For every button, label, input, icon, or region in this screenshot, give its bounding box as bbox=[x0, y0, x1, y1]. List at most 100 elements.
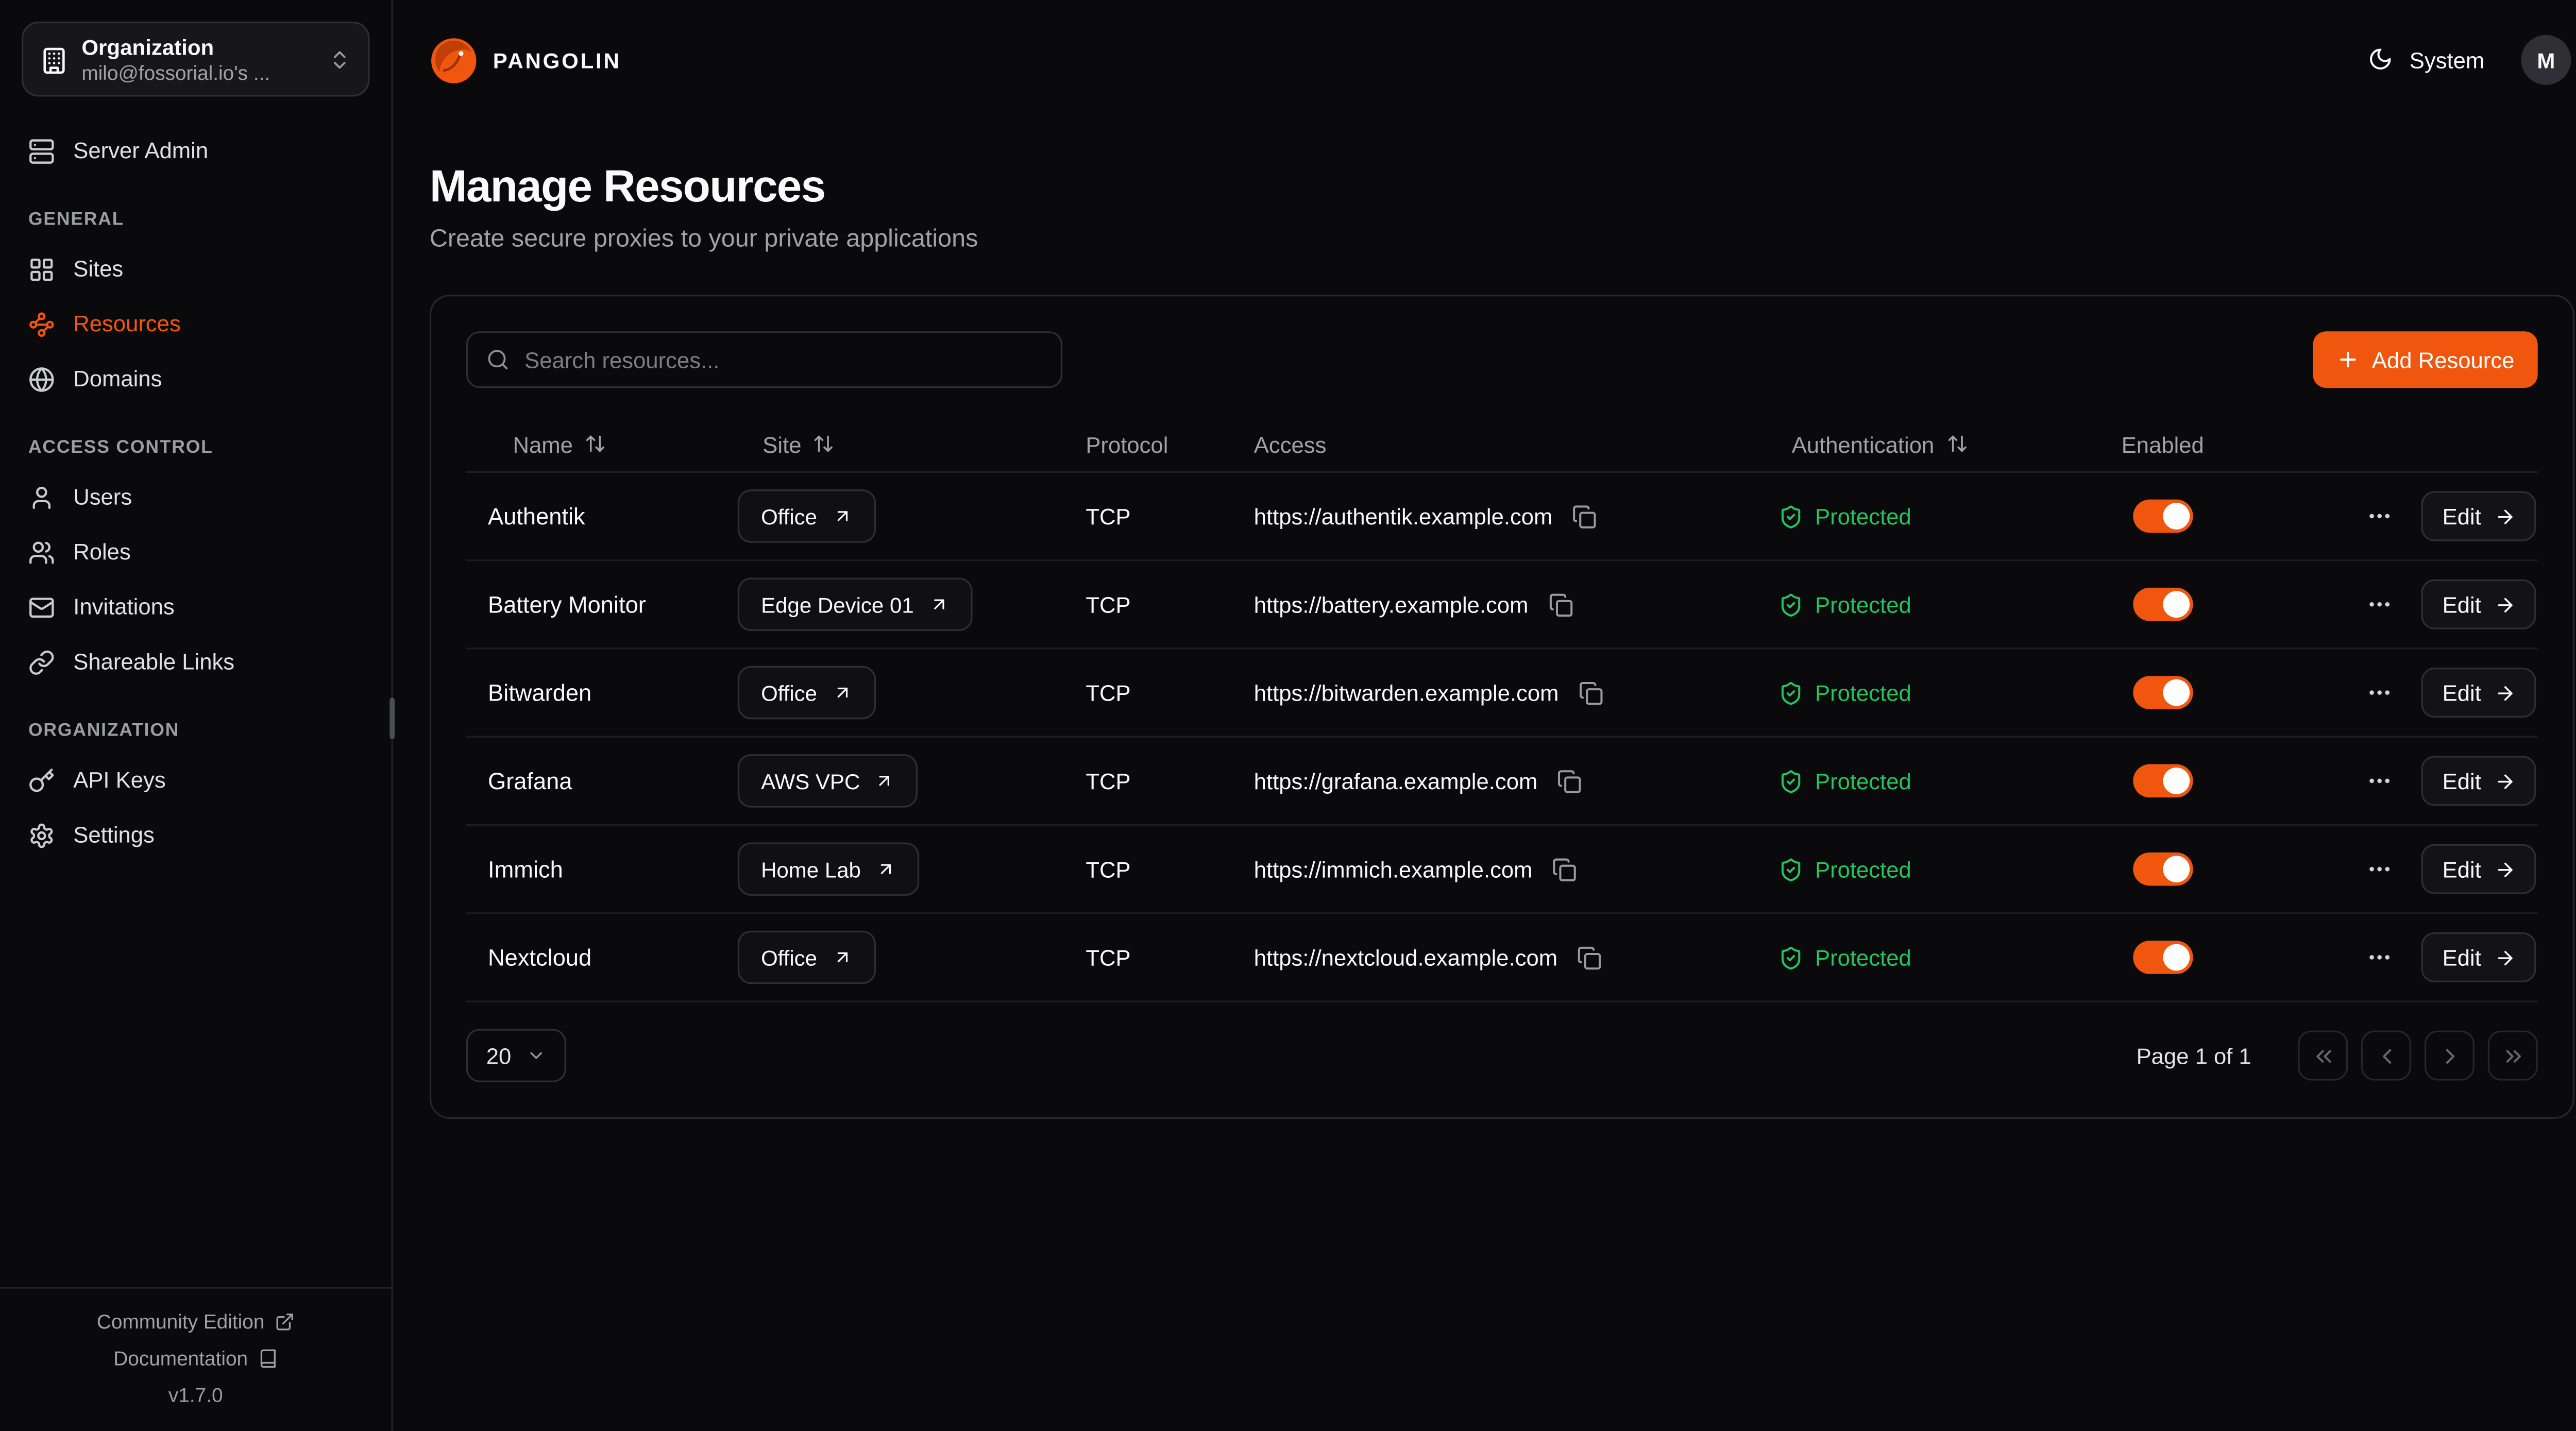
edit-button[interactable]: Edit bbox=[2421, 844, 2536, 894]
arrow-up-right-icon bbox=[832, 683, 852, 703]
enabled-toggle[interactable] bbox=[2133, 764, 2193, 798]
key-icon bbox=[28, 766, 55, 793]
site-name: Home Lab bbox=[761, 857, 861, 881]
gear-icon bbox=[28, 822, 55, 848]
add-resource-button[interactable]: Add Resource bbox=[2314, 331, 2538, 388]
authentication-status: Protected bbox=[1815, 680, 1911, 705]
brand[interactable]: PANGOLIN bbox=[430, 36, 621, 84]
avatar[interactable]: M bbox=[2521, 35, 2571, 85]
site-link-button[interactable]: AWS VPC bbox=[738, 754, 919, 807]
arrow-up-right-icon bbox=[832, 506, 852, 526]
row-menu-button[interactable] bbox=[2362, 764, 2396, 798]
protocol-value: TCP bbox=[1064, 945, 1232, 969]
resources-table: Name Site Protocol Access Authenticati bbox=[466, 418, 2538, 1002]
copy-button[interactable] bbox=[1574, 942, 1605, 973]
book-icon bbox=[258, 1349, 278, 1369]
row-menu-button[interactable] bbox=[2362, 941, 2396, 974]
sidebar-item-invitations[interactable]: Invitations bbox=[0, 580, 392, 635]
column-header-site[interactable]: Site bbox=[716, 432, 1064, 457]
sidebar-item-resources[interactable]: Resources bbox=[0, 296, 392, 351]
topbar-right: System M bbox=[2368, 35, 2571, 85]
site-link-button[interactable]: Office bbox=[738, 489, 875, 542]
site-link-button[interactable]: Office bbox=[738, 666, 875, 719]
site-link-button[interactable]: Home Lab bbox=[738, 842, 919, 895]
row-menu-button[interactable] bbox=[2362, 853, 2396, 886]
copy-button[interactable] bbox=[1545, 589, 1577, 620]
arrow-up-right-icon bbox=[929, 594, 949, 615]
sidebar-item-sites[interactable]: Sites bbox=[0, 242, 392, 297]
row-menu-button[interactable] bbox=[2362, 500, 2396, 533]
authentication-status: Protected bbox=[1815, 857, 1911, 881]
sidebar-item-label: Domains bbox=[73, 366, 162, 391]
page-label: Page 1 of 1 bbox=[2137, 1043, 2251, 1068]
edit-label: Edit bbox=[2443, 592, 2481, 617]
row-menu-button[interactable] bbox=[2362, 676, 2396, 709]
shield-check-icon bbox=[1778, 858, 1802, 881]
copy-button[interactable] bbox=[1554, 765, 1586, 796]
arrow-right-icon bbox=[2495, 506, 2515, 526]
sidebar-item-label: Roles bbox=[73, 539, 131, 564]
column-header-name[interactable]: Name bbox=[466, 432, 716, 457]
page-size-select[interactable]: 20 bbox=[466, 1029, 566, 1082]
enabled-toggle[interactable] bbox=[2133, 941, 2193, 974]
edit-button[interactable]: Edit bbox=[2421, 932, 2536, 982]
edit-button[interactable]: Edit bbox=[2421, 668, 2536, 718]
sidebar-item-api-keys[interactable]: API Keys bbox=[0, 753, 392, 808]
row-menu-button[interactable] bbox=[2362, 588, 2396, 621]
sidebar-resize-handle[interactable] bbox=[389, 697, 395, 739]
documentation-link[interactable]: Documentation bbox=[0, 1340, 392, 1377]
resource-name: Grafana bbox=[466, 768, 716, 794]
theme-toggle[interactable]: System bbox=[2368, 46, 2484, 73]
waypoints-icon bbox=[28, 311, 55, 337]
enabled-toggle[interactable] bbox=[2133, 588, 2193, 621]
edit-button[interactable]: Edit bbox=[2421, 491, 2536, 541]
edit-button[interactable]: Edit bbox=[2421, 756, 2536, 806]
protocol-value: TCP bbox=[1064, 504, 1232, 529]
table-row: Nextcloud Office TCP https://nextcloud.e… bbox=[466, 914, 2538, 1002]
protocol-value: TCP bbox=[1064, 592, 1232, 617]
shield-check-icon bbox=[1778, 681, 1802, 704]
site-link-button[interactable]: Office bbox=[738, 931, 875, 984]
edit-button[interactable]: Edit bbox=[2421, 580, 2536, 629]
copy-button[interactable] bbox=[1575, 677, 1607, 708]
page-title: Manage Resources bbox=[430, 162, 2571, 213]
column-header-authentication[interactable]: Authentication bbox=[1745, 432, 2099, 457]
arrow-right-icon bbox=[2495, 947, 2515, 967]
toggle-knob bbox=[2163, 856, 2190, 882]
search-input[interactable] bbox=[524, 347, 1042, 372]
arrow-right-icon bbox=[2495, 594, 2515, 615]
theme-label: System bbox=[2410, 47, 2484, 72]
app-window: Organization milo@fossorial.io's ... Ser… bbox=[0, 0, 2576, 1431]
sort-icon bbox=[585, 433, 608, 456]
sidebar-item-roles[interactable]: Roles bbox=[0, 524, 392, 580]
site-name: AWS VPC bbox=[761, 769, 860, 793]
enabled-toggle[interactable] bbox=[2133, 853, 2193, 886]
pagination-last-button[interactable] bbox=[2488, 1031, 2538, 1081]
sidebar-item-domains[interactable]: Domains bbox=[0, 351, 392, 406]
sidebar-item-users[interactable]: Users bbox=[0, 469, 392, 524]
column-header-protocol: Protocol bbox=[1064, 432, 1232, 457]
link-icon bbox=[28, 649, 55, 675]
sidebar-nav: Server Admin GENERAL Sites Resources Dom bbox=[0, 113, 392, 1287]
pagination-first-button[interactable] bbox=[2298, 1031, 2348, 1081]
pagination-next-button[interactable] bbox=[2425, 1031, 2475, 1081]
sidebar-item-shareable-links[interactable]: Shareable Links bbox=[0, 634, 392, 689]
enabled-toggle[interactable] bbox=[2133, 500, 2193, 533]
copy-button[interactable] bbox=[1569, 500, 1601, 532]
sidebar-item-server-admin[interactable]: Server Admin bbox=[0, 123, 392, 178]
enabled-toggle[interactable] bbox=[2133, 676, 2193, 709]
arrow-up-right-icon bbox=[875, 771, 895, 791]
table-row: Authentik Office TCP https://authentik.e… bbox=[466, 473, 2538, 561]
pagination-previous-button[interactable] bbox=[2361, 1031, 2411, 1081]
community-edition-link[interactable]: Community Edition bbox=[0, 1304, 392, 1340]
sidebar-item-settings[interactable]: Settings bbox=[0, 808, 392, 863]
site-link-button[interactable]: Edge Device 01 bbox=[738, 578, 972, 631]
mail-icon bbox=[28, 593, 55, 620]
copy-button[interactable] bbox=[1549, 853, 1581, 884]
external-link-icon bbox=[275, 1312, 295, 1332]
users-icon bbox=[28, 539, 55, 566]
sidebar-item-label: Settings bbox=[73, 823, 155, 847]
sidebar-item-label: Sites bbox=[73, 257, 123, 281]
org-selector[interactable]: Organization milo@fossorial.io's ... bbox=[22, 22, 370, 96]
table-row: Battery Monitor Edge Device 01 TCP https… bbox=[466, 561, 2538, 649]
